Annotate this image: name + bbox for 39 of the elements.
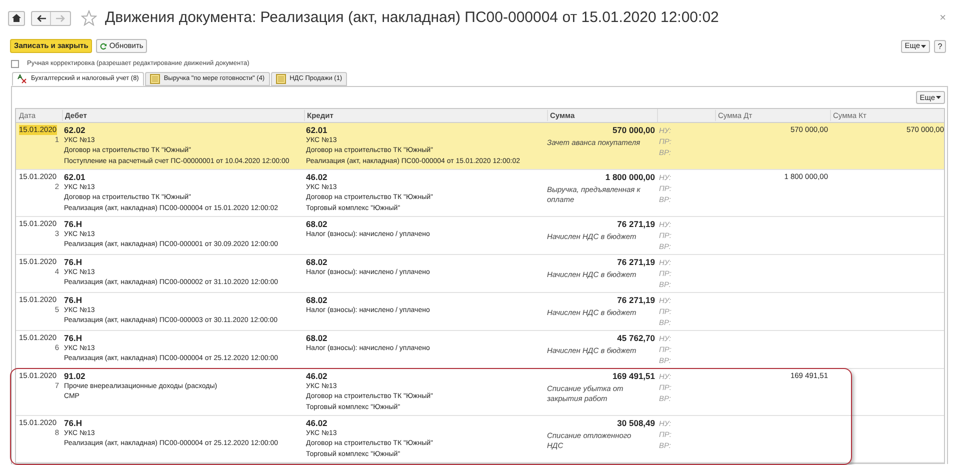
account-code: 46.02 [306,172,328,182]
refresh-icon [100,42,108,50]
amount-text: 1 800 000,00 [605,172,655,182]
checkbox[interactable] [11,60,19,68]
amount-text: 76 271,19 [617,295,655,306]
caret-icon [921,44,926,48]
account-code: 46.02 [306,371,328,382]
account-code: 68.02 [306,295,328,306]
account-code: 76.Н [64,219,83,230]
amount-text: 76 271,19 [617,219,655,230]
home-icon [12,14,21,22]
register-icon [276,74,286,84]
star-icon[interactable] [81,10,97,26]
amount-text: 169 491,51 [612,371,655,382]
account-code: 91.02 [64,371,86,382]
amount-text: 30 508,49 [617,418,655,428]
account-code: 76.Н [64,333,83,344]
amount-text: 76 271,19 [617,257,655,268]
account-code: 68.02 [306,219,328,230]
table-row[interactable] [16,123,944,170]
account-code: 68.02 [306,257,328,268]
amount-text: 570 000,00 [612,125,655,136]
help-button[interactable]: ? [934,40,946,52]
home-button[interactable] [8,10,25,26]
amount-text: 45 762,70 [617,333,655,344]
account-code: 76.Н [64,257,83,268]
account-code: 68.02 [306,333,328,344]
window-title: Движения документа: Реализация (акт, накладная) ПС00-000004 от 15.01.2020 12:00:02 [105,8,719,28]
account-code: 46.02 [306,418,328,428]
ledger-icon [17,74,27,84]
caret-icon [936,96,941,99]
register-icon [150,74,160,84]
back-arrow-icon [36,14,46,22]
account-code: 62.01 [64,172,86,182]
account-code: 62.01 [306,125,328,136]
account-code: 62.02 [64,125,86,136]
account-code: 76.Н [64,295,83,306]
account-code: 76.Н [64,418,83,428]
forward-arrow-icon [56,14,65,22]
